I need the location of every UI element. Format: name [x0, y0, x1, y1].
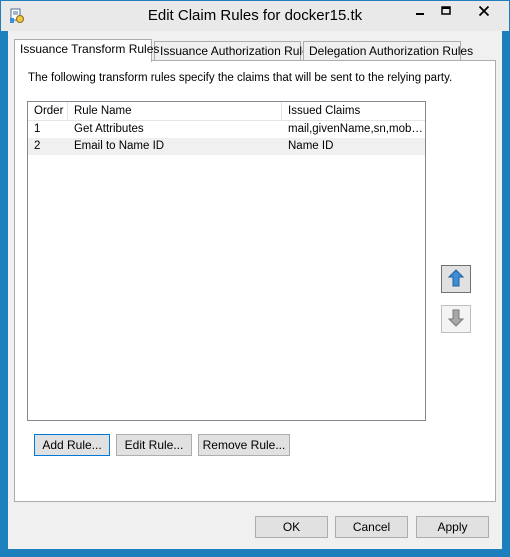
arrow-up-icon — [447, 268, 465, 290]
maximize-icon — [441, 5, 451, 19]
apply-button[interactable]: Apply — [416, 516, 489, 538]
row-rule-name: Email to Name ID — [74, 140, 165, 152]
maximize-button[interactable] — [433, 2, 459, 22]
column-header-rule-name[interactable]: Rule Name — [68, 102, 282, 120]
table-row[interactable]: 2 Email to Name ID Name ID — [28, 138, 425, 155]
panel-description: The following transform rules specify th… — [28, 72, 453, 84]
add-rule-button[interactable]: Add Rule... — [34, 434, 110, 456]
dialog-client-area: Issuance Transform Rules Issuance Author… — [8, 31, 502, 549]
rules-list[interactable]: Order Rule Name Issued Claims 1 Get Attr… — [27, 101, 426, 421]
ok-button[interactable]: OK — [255, 516, 328, 538]
table-row[interactable]: 1 Get Attributes mail,givenName,sn,mobil… — [28, 121, 425, 138]
title-bar[interactable]: Edit Claim Rules for docker15.tk — [1, 1, 509, 31]
edit-rule-button[interactable]: Edit Rule... — [116, 434, 192, 456]
tab-delegation-authorization-rules[interactable]: Delegation Authorization Rules — [303, 41, 473, 60]
cancel-button[interactable]: Cancel — [335, 516, 408, 538]
arrow-down-icon — [447, 309, 465, 330]
row-order: 1 — [34, 123, 41, 135]
minimize-button[interactable] — [407, 2, 433, 22]
dialog-window: Edit Claim Rules for docker15.tk Issuanc… — [0, 0, 510, 557]
minimize-icon — [415, 5, 425, 19]
move-rule-up-button[interactable] — [441, 265, 471, 293]
tab-panel: The following transform rules specify th… — [14, 60, 496, 502]
rules-list-header: Order Rule Name Issued Claims — [28, 102, 425, 121]
tab-issuance-transform-rules[interactable]: Issuance Transform Rules — [14, 39, 159, 62]
close-button[interactable] — [461, 2, 507, 22]
row-issued-claims: Name ID — [288, 140, 334, 152]
tab-issuance-authorization-rules[interactable]: Issuance Authorization Rules — [154, 41, 315, 60]
close-icon — [478, 5, 490, 20]
move-rule-down-button[interactable] — [441, 305, 471, 333]
row-order: 2 — [34, 140, 41, 152]
column-header-issued-claims[interactable]: Issued Claims — [282, 102, 425, 120]
row-rule-name: Get Attributes — [74, 123, 144, 135]
column-header-order[interactable]: Order — [28, 102, 68, 120]
remove-rule-button[interactable]: Remove Rule... — [198, 434, 290, 456]
row-issued-claims: mail,givenName,sn,mobil... — [288, 123, 425, 135]
